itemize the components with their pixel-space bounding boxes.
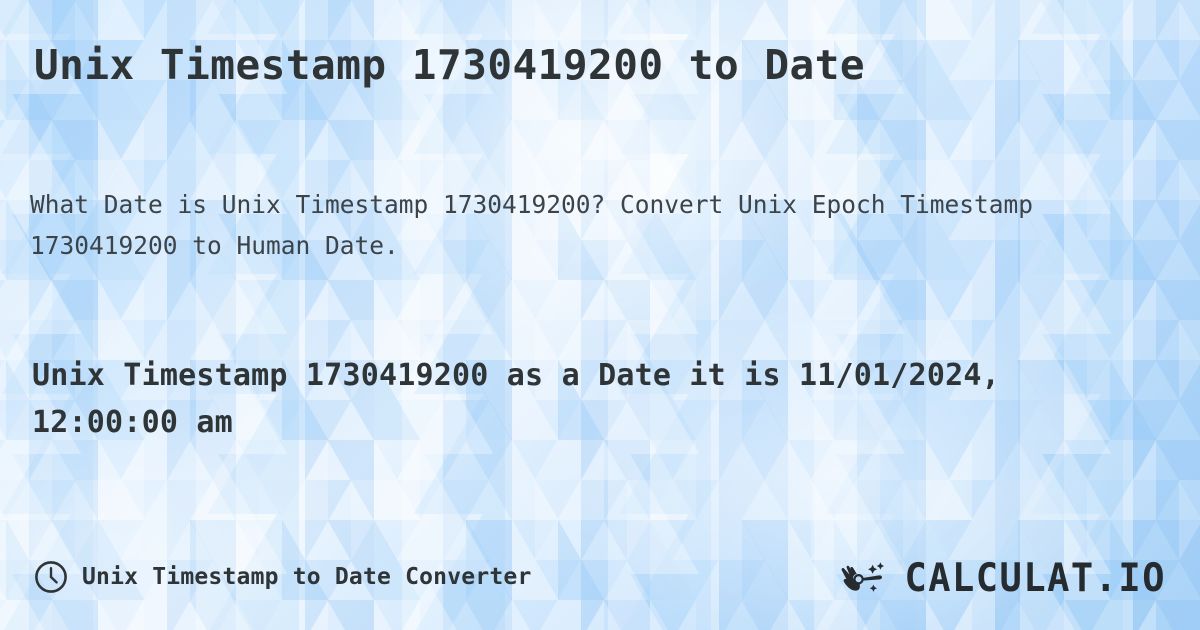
magic-wand-hand-icon [842, 562, 885, 592]
footer-label: Unix Timestamp to Date Converter [82, 564, 532, 590]
card-footer: Unix Timestamp to Date Converter CALCULA… [34, 554, 1166, 600]
social-preview-card: Unix Timestamp 1730419200 to Date What D… [0, 0, 1200, 630]
clock-icon [35, 561, 67, 593]
page-title: Unix Timestamp 1730419200 to Date [34, 41, 866, 89]
page-description: What Date is Unix Timestamp 1730419200? … [30, 190, 1034, 261]
brand-name: CALCULAT.IO [904, 554, 1166, 600]
brand-logo[interactable]: CALCULAT.IO [839, 557, 1166, 597]
card-content: Unix Timestamp 1730419200 to Date What D… [0, 0, 1200, 630]
conversion-result-heading: Unix Timestamp 1730419200 as a Date it i… [32, 358, 1000, 440]
footer-branding-left: Unix Timestamp to Date Converter [34, 560, 532, 594]
